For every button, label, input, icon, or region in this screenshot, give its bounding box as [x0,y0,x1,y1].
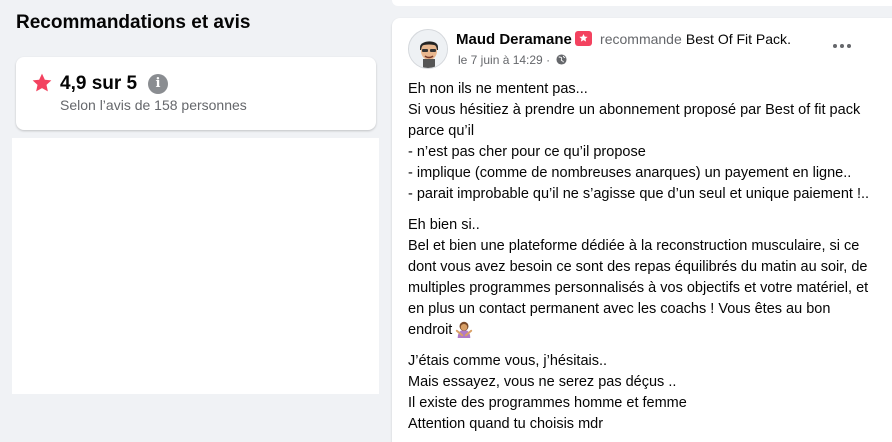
post-line: Eh non ils ne mentent pas... [408,81,588,97]
review-post: Maud Deramane recommande Best Of Fit Pac… [392,18,892,442]
rating-subtitle[interactable]: Selon l’avis de 158 personnes [60,97,247,113]
avatar-illustration [409,30,447,68]
post-paragraph: J’étais comme vous, j’hésitais.. Mais es… [408,351,878,435]
info-icon[interactable]: i [148,74,168,94]
avatar[interactable] [408,29,448,69]
rating-card: 4,9 sur 5 i Selon l’avis de 158 personne… [16,57,376,130]
woman-gesturing-emoji [456,321,473,338]
post-line: Attention quand tu choisis mdr [408,416,604,432]
post-paragraph: Eh bien si.. Bel et bien une plateforme … [408,215,878,341]
more-dot-icon [840,44,844,48]
more-options-button[interactable] [824,34,860,58]
post-line-text: Bel et bien une plateforme dédiée à la r… [408,238,869,338]
post-line: - n’est pas cher pour ce qu’il propose [408,144,646,160]
page-name-link[interactable]: Best Of Fit Pack [686,31,787,47]
post-line: - parait improbable qu’il ne s’agisse qu… [408,186,870,202]
post-line: Mais essayez, vous ne serez pas déçus .. [408,374,677,390]
post-line: - implique (comme de nombreuses anarques… [408,165,852,181]
recommend-icon [574,31,592,46]
post-paragraph: Eh non ils ne mentent pas... Si vous hés… [408,79,878,205]
post-line: Il existe des programmes homme et femme [408,395,687,411]
post-meta: le 7 juin à 14:29 · [458,53,567,67]
globe-icon [556,54,567,65]
post-date[interactable]: le 7 juin à 14:29 · [458,53,550,67]
rating-value: 4,9 sur 5 [60,73,138,94]
post-body: Eh non ils ne mentent pas... Si vous hés… [408,79,878,442]
post-line: Eh bien si.. [408,217,480,233]
section-title: Recommandations et avis [16,12,251,33]
more-dot-icon [833,44,837,48]
post-line: J’étais comme vous, j’hésitais.. [408,353,608,369]
post-line: Bel et bien une plateforme dédiée à la r… [408,236,878,341]
post-line: Si vous hésitiez à prendre un abonnement… [408,102,861,139]
star-icon [32,73,52,92]
left-panel-placeholder [12,138,379,394]
previous-post-edge [392,0,892,6]
more-dot-icon [847,44,851,48]
author-line: Maud Deramane recommande Best Of Fit Pac… [456,31,791,48]
recommend-label: recommande [600,31,682,47]
author-name[interactable]: Maud Deramane [456,31,572,48]
